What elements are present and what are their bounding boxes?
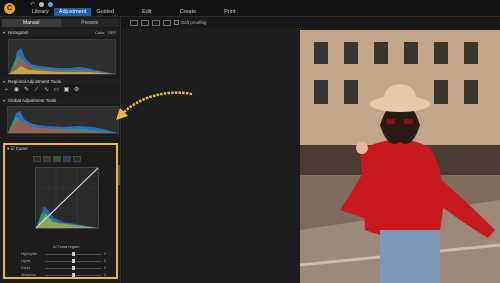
nav-create[interactable]: Create (175, 8, 202, 16)
nav-print[interactable]: Print (219, 8, 240, 16)
brush-icon[interactable]: ⌐ (3, 87, 10, 94)
nav-adjustment[interactable]: Adjustment (53, 8, 92, 16)
nav-library[interactable]: Library (27, 8, 54, 16)
user-icon[interactable] (39, 2, 45, 7)
view-toolbar: Soft proofing (126, 17, 500, 28)
histogram-global (7, 106, 119, 134)
panel-tabs: Manual Presets (2, 19, 119, 27)
lasso-icon[interactable]: ∿ (43, 87, 50, 94)
nav-edit[interactable]: Edit (137, 8, 156, 16)
soft-proofing-toggle[interactable]: Soft proofing (174, 20, 207, 25)
annotation-arrow (116, 91, 193, 120)
left-panel: Manual Presets Histogram Color SEP Regio… (0, 17, 121, 283)
split-view-icon[interactable] (152, 19, 160, 26)
slider-lights-value[interactable]: 0 (104, 258, 106, 264)
histogram-graph (9, 48, 115, 74)
channel-green-button[interactable] (53, 156, 61, 162)
pen-icon[interactable]: ✎ (23, 87, 30, 94)
compare-view-icon[interactable] (141, 19, 149, 26)
channel-blue-button[interactable] (63, 156, 71, 162)
tab-presets[interactable]: Presets (60, 19, 119, 27)
undo-icon[interactable]: ↶ (30, 1, 35, 8)
nav-guided[interactable]: Guided (91, 8, 119, 16)
slider-highlights[interactable]: Highlights 0 (21, 251, 106, 257)
slider-darks[interactable]: Darks 0 (21, 265, 106, 271)
slider-highlights-knob[interactable] (71, 252, 75, 256)
slider-shadows-knob[interactable] (71, 273, 75, 277)
tonal-sliders: Highlights 0 Lights 0 Darks 0 Shadows 0 (21, 251, 106, 279)
top-bar: C ↶ Library Adjustment Guided Edit Creat… (0, 0, 500, 17)
slider-lights[interactable]: Lights 0 (21, 258, 106, 264)
soft-proofing-label: Soft proofing (181, 20, 207, 25)
curve-header[interactable]: ▾ ☑ Curve (7, 146, 28, 152)
single-view-icon[interactable] (130, 19, 138, 26)
slider-darks-value[interactable]: 0 (104, 265, 106, 271)
slider-darks-knob[interactable] (71, 266, 75, 270)
app-logo: C (4, 3, 15, 14)
curve-title: Curve (15, 146, 28, 151)
curve-section: ▾ ☑ Curve ☑ Tonal region Highlights 0 Li… (3, 143, 118, 279)
slider-lights-knob[interactable] (71, 259, 75, 263)
histogram-color-label[interactable]: Color (95, 30, 105, 35)
window-controls: ↶ (30, 1, 54, 8)
channel-red-button[interactable] (43, 156, 51, 162)
curve-channel-buttons (33, 156, 81, 162)
regional-tools-row: ⌐ ◉ ✎ ⟋ ∿ ▭ ▣ ⚙ (3, 87, 80, 94)
soft-proofing-checkbox[interactable] (174, 20, 179, 25)
eraser-icon[interactable]: ▭ (53, 87, 60, 94)
global-tools-title: Global Adjustment Tools (8, 98, 57, 103)
slider-highlights-label: Highlights (21, 252, 37, 256)
tonal-region-toggle[interactable]: ☑ Tonal region (53, 244, 79, 249)
global-histogram-graph (8, 111, 118, 133)
histogram-title: Histogram (8, 30, 29, 35)
curve-plot (35, 167, 99, 229)
help-icon[interactable] (48, 2, 54, 7)
mask-icon[interactable]: ▣ (63, 87, 70, 94)
slider-shadows[interactable]: Shadows 0 (21, 272, 106, 278)
photo-preview[interactable] (300, 30, 500, 283)
regional-tools-title: Regional Adjustment Tools (8, 79, 61, 84)
eyedropper-icon[interactable]: ⟋ (33, 87, 40, 94)
slider-shadows-value[interactable]: 0 (104, 272, 106, 278)
eye-icon[interactable]: ◉ (13, 87, 20, 94)
histogram-sep-label[interactable]: SEP (108, 30, 116, 35)
slider-lights-label: Lights (21, 259, 31, 263)
tonal-region-label: Tonal region (57, 244, 80, 249)
curve-graph[interactable] (35, 167, 99, 229)
slider-shadows-label: Shadows (21, 273, 36, 277)
slider-highlights-value[interactable]: 0 (104, 251, 106, 257)
fit-view-icon[interactable] (163, 19, 171, 26)
regional-tools-header[interactable]: Regional Adjustment Tools (2, 78, 119, 85)
tab-manual[interactable]: Manual (2, 19, 61, 27)
slider-darks-label: Darks (21, 266, 31, 270)
histogram-top (8, 39, 116, 75)
settings-icon[interactable]: ⚙ (73, 87, 80, 94)
global-tools-header[interactable]: Global Adjustment Tools (2, 97, 119, 104)
main-navigation: Library Adjustment Guided Edit Create Pr… (27, 8, 240, 16)
photo-image (300, 30, 500, 283)
curve-mode-button[interactable] (73, 156, 81, 162)
channel-rgb-button[interactable] (33, 156, 41, 162)
panel-scrollbar[interactable] (118, 165, 120, 185)
